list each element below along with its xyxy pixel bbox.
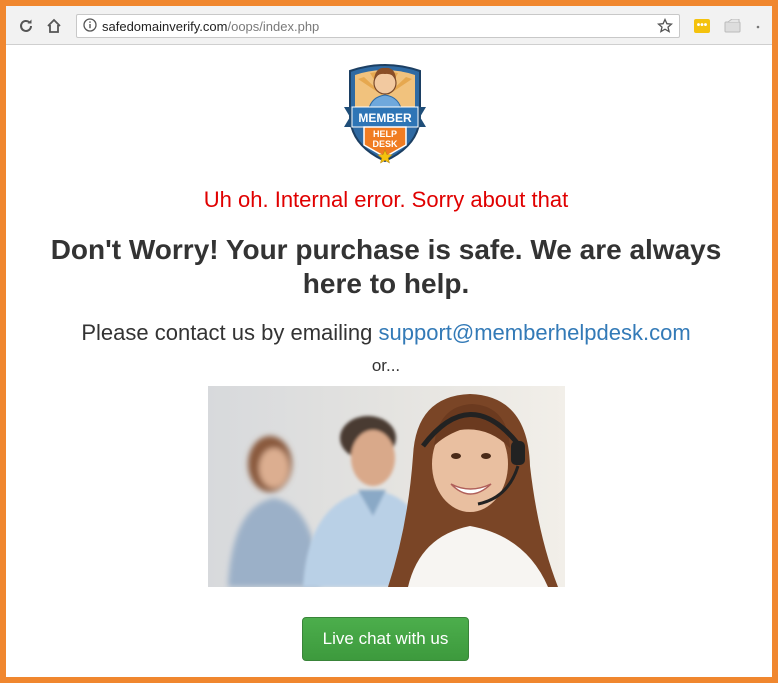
browser-toolbar: safedomainverify.com/oops/index.php ••• [6,6,772,45]
url-domain: safedomainverify.com [102,19,228,34]
more-menu-icon[interactable] [755,20,761,32]
logo-desk-text: DESK [372,139,398,149]
live-chat-button[interactable]: Live chat with us [302,617,469,661]
cast-icon[interactable] [724,18,742,38]
url-text: safedomainverify.com/oops/index.php [102,19,319,34]
url-path: /oops/index.php [227,19,320,34]
info-icon[interactable] [83,18,97,37]
or-text: or... [371,356,401,375]
member-help-desk-logo: MEMBER HELP DESK [340,57,430,165]
contact-line: Please contact us by emailing support@me… [6,320,766,346]
logo-help-text: HELP [373,129,397,139]
support-email-link[interactable]: support@memberhelpdesk.com [379,320,691,345]
contact-prefix: Please contact us by emailing [81,320,379,345]
support-agents-photo [208,386,565,587]
address-bar[interactable]: safedomainverify.com/oops/index.php [76,14,680,38]
home-icon[interactable] [44,16,64,36]
reload-icon[interactable] [16,16,36,36]
page-headline: Don't Worry! Your purchase is safe. We a… [50,234,722,299]
error-message: Uh oh. Internal error. Sorry about that [203,187,569,212]
bookmark-star-icon[interactable] [656,17,674,39]
extension-icon[interactable]: ••• [694,19,710,33]
logo-member-text: MEMBER [358,111,412,125]
